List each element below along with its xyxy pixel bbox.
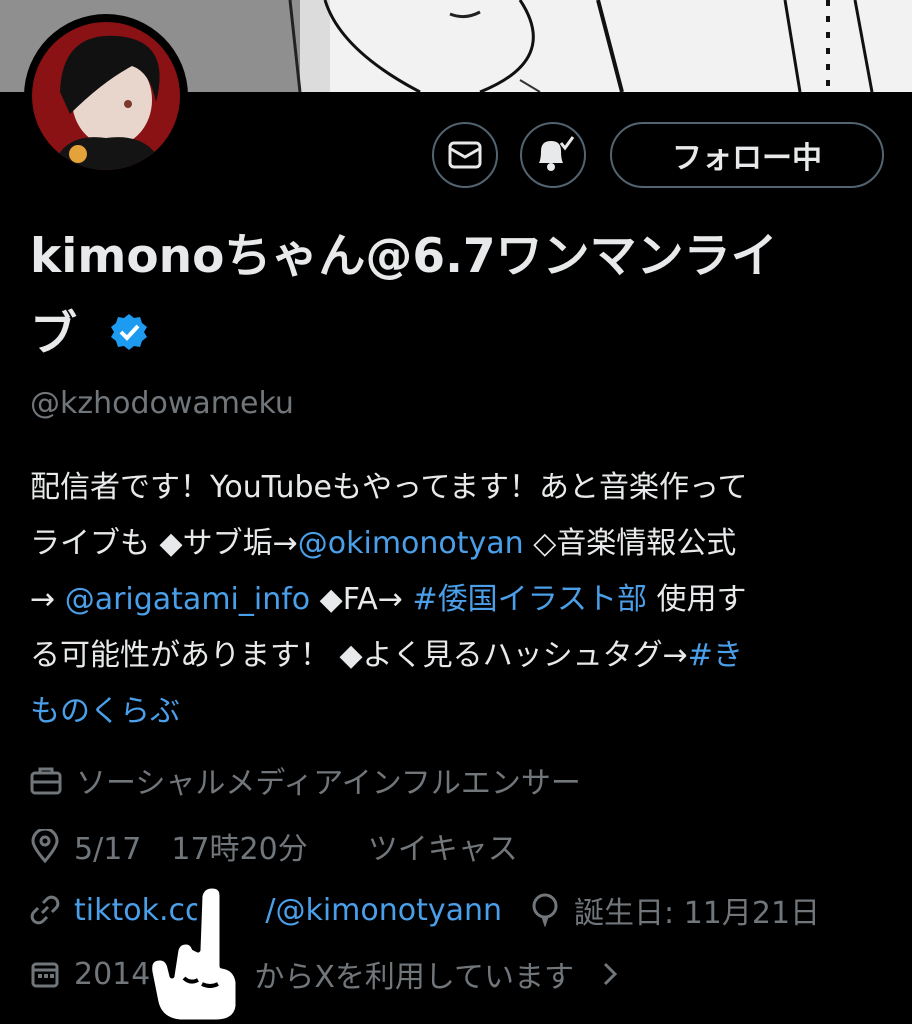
category-row: ソーシャルメディアインフルエンサー	[30, 758, 581, 802]
website-link[interactable]: tiktok.co/@kimonotyann	[74, 893, 502, 928]
location-text: 5/17 17時20分 ツイキャス	[74, 832, 518, 867]
bio-line: る可能性があります！ ◆よく見るハッシュタグ→#き	[30, 638, 743, 673]
message-button[interactable]	[432, 122, 498, 188]
calendar-icon	[31, 962, 59, 988]
birthday-text: 誕生日: 11月21日	[574, 896, 821, 931]
envelope-icon	[448, 141, 482, 169]
chevron-right-icon[interactable]	[600, 960, 620, 988]
display-name-line2: ブ	[30, 307, 77, 362]
location-row: 5/17 17時20分 ツイキャス	[30, 824, 518, 868]
mention-link[interactable]: @okimonotyan	[298, 526, 524, 561]
link-icon	[30, 895, 60, 925]
display-name: kimonoちゃん@6.7ワンマンライ ブ	[30, 218, 850, 374]
bio: 配信者です！YouTubeもやってます！あと音楽作って ライブも ◆サブ垢→@o…	[30, 460, 890, 740]
hashtag-link[interactable]: #き	[688, 638, 743, 673]
profile-page: フォロー中 kimonoちゃん@6.7ワンマンライ ブ @kzhodowamek…	[0, 0, 912, 1024]
joined-text: からXを利用しています	[254, 960, 575, 995]
hashtag-link[interactable]: #倭国イラスト部	[412, 582, 647, 617]
bell-check-icon	[539, 136, 575, 171]
display-name-line1: kimonoちゃん@6.7ワンマンライ	[30, 229, 778, 284]
joined-year: 2014	[74, 956, 151, 992]
bio-line: → @arigatami_info ◆FA→ #倭国イラスト部 使用す	[30, 582, 747, 617]
pointing-hand-icon	[147, 883, 241, 1024]
bio-line: 配信者です！YouTubeもやってます！あと音楽作って	[30, 470, 748, 505]
verified-badge-icon	[111, 313, 148, 350]
avatar[interactable]	[24, 14, 188, 178]
briefcase-icon	[30, 767, 62, 795]
following-button[interactable]: フォロー中	[610, 122, 884, 188]
location-pin-icon	[31, 829, 59, 863]
category-text: ソーシャルメディアインフルエンサー	[76, 766, 581, 801]
user-handle: @kzhodowameku	[30, 386, 294, 421]
mention-link[interactable]: @arigatami_info	[65, 582, 310, 617]
balloon-icon	[532, 893, 558, 927]
bio-line: ライブも ◆サブ垢→@okimonotyan ◇音楽情報公式	[30, 526, 737, 561]
joined-row[interactable]: 2014 からXを利用しています	[30, 952, 620, 996]
notifications-button[interactable]	[520, 122, 586, 188]
hashtag-link[interactable]: ものくらぶ	[30, 694, 180, 729]
bio-line: ものくらぶ	[30, 684, 890, 740]
